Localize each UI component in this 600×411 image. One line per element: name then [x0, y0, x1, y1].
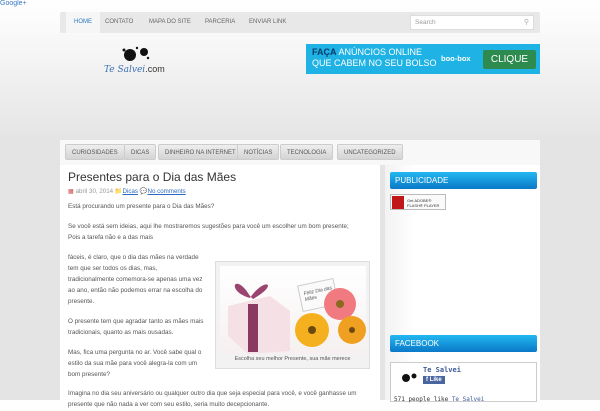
nav-enviar-link[interactable]: ENVIAR LINK — [241, 12, 294, 33]
search-input[interactable]: Search ⚲ — [410, 15, 534, 30]
logo-name: Te Salvei — [104, 65, 146, 75]
post-image-figure: Feliz Dia das Mães Escolha seu melhor Pr… — [215, 261, 370, 369]
post-paragraph: tem que ser todos os dias, mas, — [68, 265, 158, 272]
post-paragraph: Pois a tarefa não e a das mais — [68, 234, 154, 241]
sidebar: PUBLICIDADE Get ADOBE® FLASH® PLAYER FAC… — [385, 165, 540, 403]
ad-cta-button[interactable]: CLIQUE — [483, 50, 536, 69]
facebook-like-box: Te Salvei f Like 571 people like Te Salv… — [390, 362, 537, 403]
post-paragraph: fáceis, é claro, que o dia das mães na v… — [68, 254, 199, 261]
post-title[interactable]: Presentes para o Dia das Mães — [68, 170, 236, 184]
post-paragraph: Imagina no dia seu aniversário ou qualqu… — [68, 390, 357, 397]
nav-contato[interactable]: CONTATO — [97, 12, 141, 33]
post-comments-link[interactable]: No comments — [147, 188, 185, 195]
search-icon[interactable]: ⚲ — [524, 18, 529, 26]
ad-brand: boo-box — [441, 54, 471, 63]
category-nav: CURIOSIDADES DICAS DINHEIRO NA INTERNET … — [60, 140, 540, 165]
nav-parceria[interactable]: PARCERIA — [197, 12, 243, 33]
post-paragraph: estilo da sua mãe para você alegra-la co… — [68, 360, 198, 367]
cat-uncategorized[interactable]: UNCATEGORIZED — [337, 144, 403, 160]
ad-highlight: FAÇA — [312, 47, 337, 57]
site-logo[interactable]: Te Salvei.com — [100, 44, 170, 76]
post-paragraph: tradicionais, quanto as mais ousadas. — [68, 329, 174, 336]
post-paragraph: presente que não nada a ver com seu esti… — [68, 401, 270, 408]
post-paragraph: Mas, fica uma pergunta no ar. Você sabe … — [68, 349, 202, 356]
folder-icon: 📁 — [114, 188, 123, 195]
cat-dicas[interactable]: DICAS — [124, 144, 157, 160]
widget-title-facebook: FACEBOOK — [390, 335, 537, 352]
fb-like-label: Like — [429, 377, 442, 383]
logo-suffix: .com — [145, 64, 165, 74]
nav-home[interactable]: HOME — [66, 12, 100, 33]
fb-page-name[interactable]: Te Salvei — [423, 366, 461, 374]
post-date: abril 30, 2014 — [75, 188, 114, 195]
widget-title-publicidade: PUBLICIDADE — [390, 172, 537, 189]
post-paragraph: bom presente? — [68, 371, 111, 378]
ad-banner[interactable]: FAÇA ANÚNCIOS ONLINE QUE CABEM NO SEU BO… — [306, 44, 540, 74]
post: Presentes para o Dia das Mães ▦ abril 30… — [60, 165, 380, 408]
gift-flowers-image: Feliz Dia das Mães — [220, 266, 366, 354]
post-paragraph: Está procurando um presente para o Dia d… — [68, 203, 215, 210]
post-paragraph: ao ano, então não podemos errar na escol… — [68, 287, 203, 294]
post-paragraph: presente. — [68, 298, 95, 305]
page-avatar — [402, 373, 417, 382]
cat-tecnologia[interactable]: TECNOLOGIA — [280, 144, 334, 160]
fb-like-button[interactable]: f Like — [423, 376, 445, 384]
post-paragraph: Se você está sem ideias, aqui lhe mostra… — [68, 223, 349, 230]
google-plus-link[interactable]: Google+ — [0, 0, 27, 7]
cat-dinheiro[interactable]: DINHEIRO NA INTERNET — [158, 144, 243, 160]
flash-line2: FLASH® PLAYER — [407, 203, 440, 208]
cat-noticias[interactable]: NOTÍCIAS — [237, 144, 280, 160]
post-meta: ▦ abril 30, 2014 📁Dicas 💬No comments — [68, 187, 186, 195]
search-placeholder: Search — [415, 19, 436, 26]
get-flash-player-button[interactable]: Get ADOBE® FLASH® PLAYER — [390, 194, 446, 210]
nav-mapa-do-site[interactable]: MAPA DO SITE — [141, 12, 199, 33]
image-caption: Escolha seu melhor Presente, sua mãe mer… — [234, 356, 351, 362]
ad-line1: ANÚNCIOS ONLINE — [338, 47, 423, 57]
post-paragraph: O presente tem que agradar tanto as mães… — [68, 318, 204, 325]
cat-curiosidades[interactable]: CURIOSIDADES — [65, 144, 125, 160]
top-nav: HOME CONTATO MAPA DO SITE PARCERIA ENVIA… — [60, 12, 540, 33]
flash-icon — [392, 196, 404, 209]
post-category-link[interactable]: Dicas — [123, 188, 138, 195]
ink-splat-icon — [122, 46, 150, 61]
calendar-icon: ▦ — [68, 188, 74, 195]
post-paragraph: tradicionalmente comemora-se apenas uma … — [68, 276, 203, 283]
ad-line2: QUE CABEM NO SEU BOLSO — [312, 58, 437, 68]
